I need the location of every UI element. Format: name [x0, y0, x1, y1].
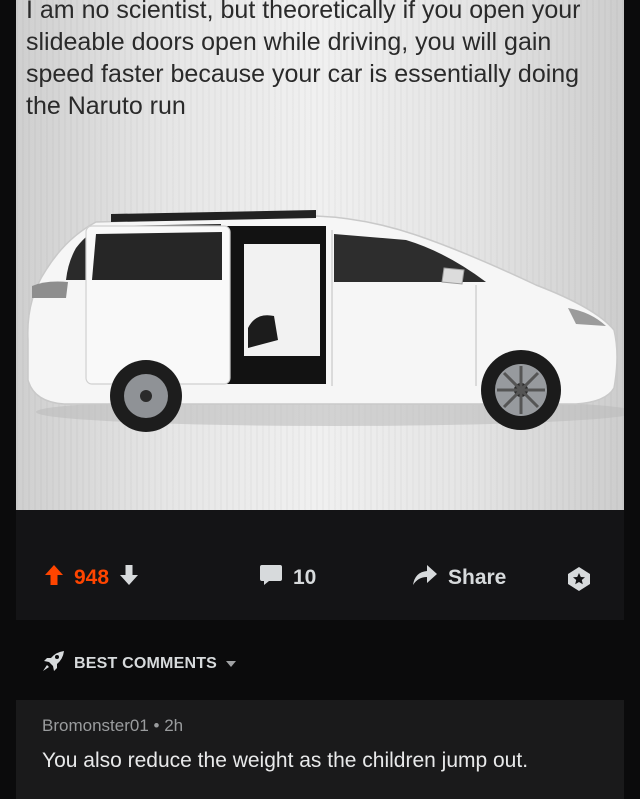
share-arrow-icon	[412, 564, 438, 592]
vote-score: 948	[74, 566, 110, 589]
vote-controls: 948	[44, 564, 139, 592]
comment-age: 2h	[164, 716, 184, 735]
chevron-down-icon	[225, 655, 237, 673]
meme-caption: I am no scientist, but theoretically if …	[26, 0, 581, 120]
comments-button[interactable]: 10	[259, 564, 316, 592]
comment-bubble-icon	[259, 564, 283, 592]
comment-sort-bar: BEST COMMENTS	[16, 620, 624, 700]
comments-count: 10	[293, 566, 317, 589]
upvote-arrow-icon[interactable]	[44, 564, 64, 592]
sort-label: BEST COMMENTS	[74, 654, 218, 672]
downvote-arrow-icon[interactable]	[119, 564, 139, 592]
comment-sort-dropdown[interactable]: BEST COMMENTS	[42, 650, 237, 677]
comment-author[interactable]: Bromonster01	[42, 716, 149, 735]
award-icon	[566, 566, 592, 598]
minivan-illustration	[27, 210, 624, 432]
share-button[interactable]: Share	[412, 564, 506, 592]
award-button[interactable]	[566, 566, 592, 598]
comment-meta: Bromonster01 • 2h	[42, 716, 183, 736]
comment-item: Bromonster01 • 2h You also reduce the we…	[16, 700, 624, 799]
post-image[interactable]: I am no scientist, but theoretically if …	[16, 0, 624, 510]
share-label: Share	[448, 566, 507, 589]
post-action-bar: 948 10 Share	[16, 510, 624, 620]
meta-separator: •	[153, 716, 160, 735]
rocket-icon	[42, 650, 66, 677]
comment-body: You also reduce the weight as the childr…	[42, 749, 529, 772]
